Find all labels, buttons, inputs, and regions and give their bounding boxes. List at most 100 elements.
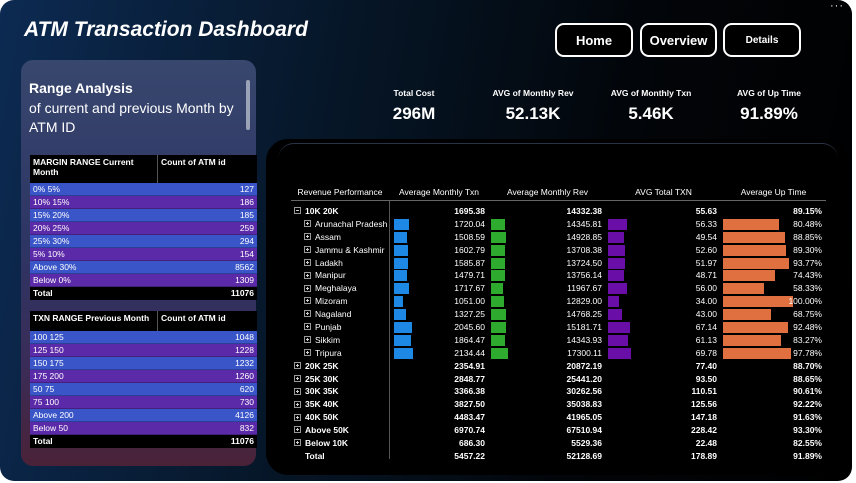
table-row[interactable]: 175 200 1260 [30, 370, 257, 383]
table-row[interactable]: Above 200 4126 [30, 409, 257, 422]
matrix-row[interactable]: Manipur 1479.71 13756.14 48.71 74.43% [291, 269, 826, 282]
expand-icon[interactable] [304, 336, 311, 344]
table-row[interactable]: Below 50 832 [30, 422, 257, 435]
matrix-row[interactable]: Nagaland 1327.25 14768.25 43.00 68.75% [291, 308, 826, 321]
row-header[interactable]: Punjab [291, 321, 389, 334]
table-row[interactable]: 50 75 620 [30, 383, 257, 396]
row-header[interactable]: 35K 40K [291, 398, 389, 411]
expand-icon[interactable] [304, 323, 311, 331]
expand-icon[interactable] [294, 413, 301, 421]
matrix-row[interactable]: Below 10K 686.30 5529.36 22.48 82.55% [291, 437, 826, 450]
matrix-row[interactable]: Total 5457.22 52128.69 178.89 91.89% [291, 450, 826, 463]
expand-icon[interactable] [294, 361, 301, 369]
table-row[interactable]: Above 30% 8562 [30, 261, 257, 274]
table-row[interactable]: 5% 10% 154 [30, 248, 257, 261]
matrix-row[interactable]: Tripura 2134.44 17300.11 69.78 97.78% [291, 347, 826, 360]
row-header[interactable]: Ladakh [291, 257, 389, 270]
row-header[interactable]: Jammu & Kashmir [291, 244, 389, 257]
row-header[interactable]: 20K 25K [291, 360, 389, 373]
expand-icon[interactable] [304, 271, 311, 279]
matrix-row[interactable]: 25K 30K 2848.77 25441.20 93.50 88.65% [291, 373, 826, 386]
row-header[interactable]: Manipur [291, 269, 389, 282]
cell-value: 15181.71 [566, 322, 602, 333]
overview-button[interactable]: Overview [640, 23, 717, 57]
matrix-row[interactable]: 40K 50K 4483.47 41965.05 147.18 91.63% [291, 411, 826, 424]
avg-monthly-txn-cell: 1508.59 [389, 231, 489, 244]
matrix-row[interactable]: Sikkim 1864.47 14343.93 61.13 83.27% [291, 334, 826, 347]
table-row[interactable]: 100 125 1048 [30, 331, 257, 344]
column-header[interactable]: MARGIN RANGE Current Month [30, 155, 158, 183]
row-header[interactable]: Total [291, 450, 389, 463]
expand-icon[interactable] [294, 374, 301, 382]
collapse-icon[interactable] [294, 207, 301, 215]
kpi-label: Total Cost [393, 88, 435, 98]
matrix-row[interactable]: Ladakh 1585.87 13724.50 51.97 93.77% [291, 257, 826, 270]
cell-value: 4483.47 [454, 412, 485, 423]
matrix-row[interactable]: Arunachal Pradesh 1720.04 14345.81 56.33 80.… [291, 218, 826, 231]
column-header[interactable]: Average Up Time [721, 187, 826, 197]
table-row[interactable]: 10% 15% 186 [30, 196, 257, 209]
column-header[interactable]: Count of ATM id [158, 311, 257, 331]
matrix-row[interactable]: Assam 1508.59 14928.85 49.54 88.85% [291, 231, 826, 244]
row-header[interactable]: 40K 50K [291, 411, 389, 424]
expand-icon[interactable] [304, 220, 311, 228]
table-row[interactable]: 75 100 730 [30, 396, 257, 409]
matrix-row[interactable]: 10K 20K 1695.38 14332.38 55.63 89.15% [291, 205, 826, 218]
row-header[interactable]: 25K 30K [291, 373, 389, 386]
matrix-row[interactable]: Above 50K 6970.74 67510.94 228.42 93.30% [291, 424, 826, 437]
matrix-row[interactable]: Meghalaya 1717.67 11967.67 56.00 58.33% [291, 282, 826, 295]
row-header[interactable]: Above 50K [291, 424, 389, 437]
column-header[interactable]: Average Monthly Txn [389, 187, 489, 197]
details-button[interactable]: Details [723, 23, 801, 57]
expand-icon[interactable] [304, 245, 311, 253]
table-row[interactable]: 20% 25% 259 [30, 222, 257, 235]
row-header[interactable]: Sikkim [291, 334, 389, 347]
row-header[interactable]: Nagaland [291, 308, 389, 321]
column-header[interactable]: TXN RANGE Previous Month [30, 311, 158, 331]
cell-value: 1602.79 [454, 244, 485, 255]
column-header[interactable]: Count of ATM id [158, 155, 257, 183]
home-button[interactable]: Home [555, 23, 633, 57]
row-header[interactable]: Meghalaya [291, 282, 389, 295]
matrix-row[interactable]: 35K 40K 3827.50 35038.83 125.56 92.22% [291, 398, 826, 411]
matrix-row[interactable]: 30K 35K 3366.38 30262.56 110.51 90.61% [291, 385, 826, 398]
row-header[interactable]: 30K 35K [291, 385, 389, 398]
row-header[interactable]: 10K 20K [291, 205, 389, 218]
panel-edge [278, 143, 838, 159]
matrix-row[interactable]: Jammu & Kashmir 1602.79 13708.38 52.60 89.30… [291, 244, 826, 257]
column-header[interactable]: Average Monthly Rev [489, 187, 606, 197]
expand-icon[interactable] [304, 284, 311, 292]
expand-icon[interactable] [294, 387, 301, 395]
expand-icon[interactable] [294, 426, 301, 434]
expand-icon[interactable] [294, 439, 301, 447]
column-header[interactable]: Revenue Performance [291, 187, 389, 197]
expand-icon[interactable] [294, 400, 301, 408]
column-header[interactable]: AVG Total TXN [606, 187, 721, 197]
expand-icon[interactable] [304, 297, 311, 305]
expand-icon[interactable] [304, 310, 311, 318]
row-header[interactable]: Below 10K [291, 437, 389, 450]
matrix-row[interactable]: Mizoram 1051.00 12829.00 34.00 100.00% [291, 295, 826, 308]
row-header[interactable]: Tripura [291, 347, 389, 360]
matrix-row[interactable]: Punjab 2045.60 15181.71 67.14 92.48% [291, 321, 826, 334]
expand-icon[interactable] [304, 258, 311, 266]
table-row[interactable]: 150 175 1232 [30, 357, 257, 370]
avg-up-time-cell: 68.75% [721, 308, 826, 321]
more-options-icon[interactable]: ··· [830, 0, 844, 12]
table-row[interactable]: Below 0% 1309 [30, 274, 257, 287]
row-header[interactable]: Assam [291, 231, 389, 244]
table-row[interactable]: 0% 5% 127 [30, 183, 257, 196]
count-value: 185 [239, 210, 254, 220]
matrix-row[interactable]: 20K 25K 2354.91 20872.19 77.40 88.70% [291, 360, 826, 373]
table-row[interactable]: 125 150 1228 [30, 344, 257, 357]
expand-icon[interactable] [304, 349, 311, 357]
avg-up-time-cell: 88.70% [721, 360, 826, 373]
cell-value: 58.33% [793, 283, 822, 294]
table-row[interactable]: 25% 30% 294 [30, 235, 257, 248]
expand-icon[interactable] [304, 233, 311, 241]
avg-monthly-txn-cell: 1864.47 [389, 334, 489, 347]
avg-up-time-cell: 74.43% [721, 269, 826, 282]
row-header[interactable]: Arunachal Pradesh [291, 218, 389, 231]
row-header[interactable]: Mizoram [291, 295, 389, 308]
table-row[interactable]: 15% 20% 185 [30, 209, 257, 222]
